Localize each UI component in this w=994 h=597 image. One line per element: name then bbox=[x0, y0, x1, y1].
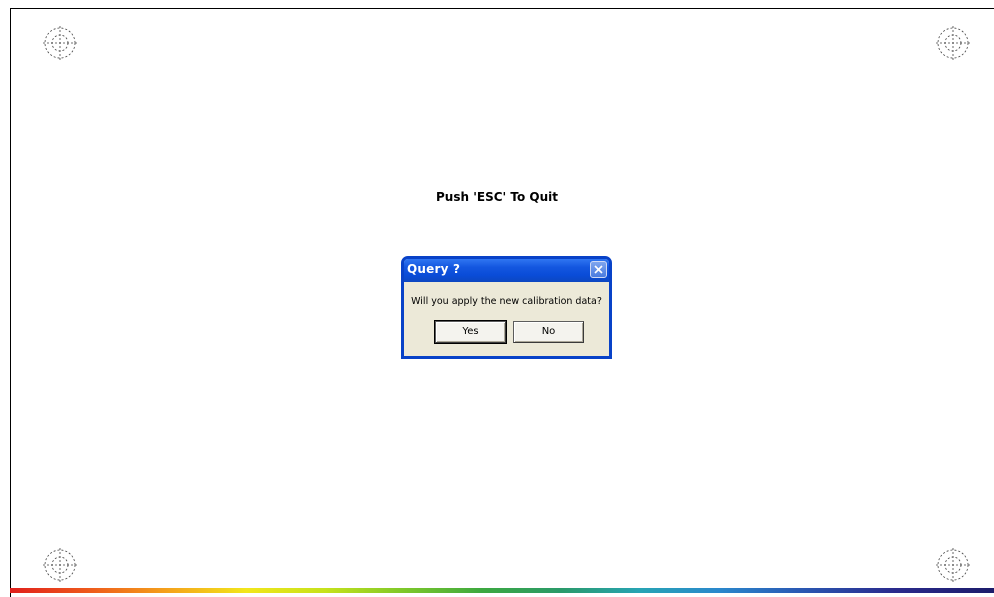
crosshair-target-icon bbox=[933, 23, 973, 63]
yes-button[interactable]: Yes bbox=[434, 320, 507, 344]
crosshair-target-icon bbox=[40, 23, 80, 63]
dialog-message: Will you apply the new calibration data? bbox=[411, 296, 602, 307]
crosshair-target-icon bbox=[933, 545, 973, 585]
close-button[interactable] bbox=[590, 261, 607, 278]
dialog-title: Query ? bbox=[407, 262, 461, 276]
close-icon bbox=[594, 265, 603, 274]
dialog-titlebar[interactable]: Query ? bbox=[404, 259, 609, 282]
quit-instruction: Push 'ESC' To Quit bbox=[436, 190, 558, 204]
query-dialog: Query ? Will you apply the new calibrati… bbox=[401, 256, 612, 359]
no-button[interactable]: No bbox=[513, 321, 584, 343]
color-gradient-bar bbox=[10, 588, 994, 593]
crosshair-target-icon bbox=[40, 545, 80, 585]
